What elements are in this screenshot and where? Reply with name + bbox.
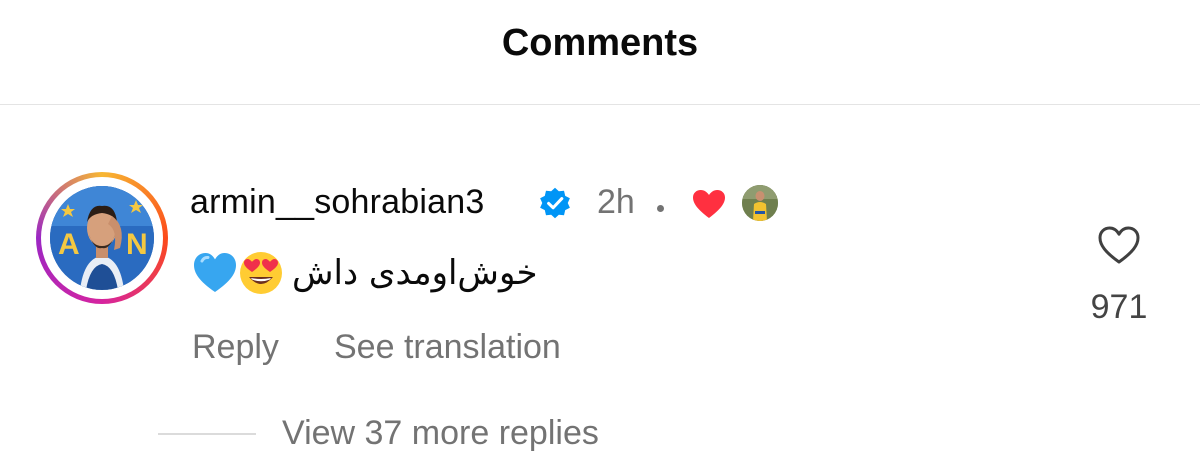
reply-button[interactable]: Reply [192,328,279,367]
comment-body: خوش‌اومدی داش [192,248,538,298]
verified-badge-icon [540,187,570,219]
separator-dot [657,205,664,212]
avatar-image: A N [50,186,154,290]
avatar-story-ring[interactable]: A N [36,172,168,304]
avatar[interactable]: A N [50,186,154,290]
replies-divider-line [158,433,256,435]
svg-text:A: A [58,228,80,261]
like-count: 971 [1090,288,1148,326]
page-title: Comments [501,22,699,64]
post-author-avatar [742,185,778,221]
smiling-face-with-heart-eyes-emoji [240,252,282,294]
blue-heart-emoji [194,253,236,292]
comment-text: خوش‌اومدی داش [292,253,538,293]
see-translation-button[interactable]: See translation [334,328,561,367]
author-liked-heart-icon [693,190,725,218]
like-heart-icon[interactable] [1097,225,1141,265]
svg-text:N: N [126,228,148,261]
comment-username[interactable]: armin__sohrabian3 [190,183,484,222]
avatar-ring-gap: A N [41,177,163,299]
view-more-replies-button[interactable]: View 37 more replies [282,414,599,453]
comments-header: Comments [0,0,1200,105]
comment-timestamp: 2h [597,183,635,221]
